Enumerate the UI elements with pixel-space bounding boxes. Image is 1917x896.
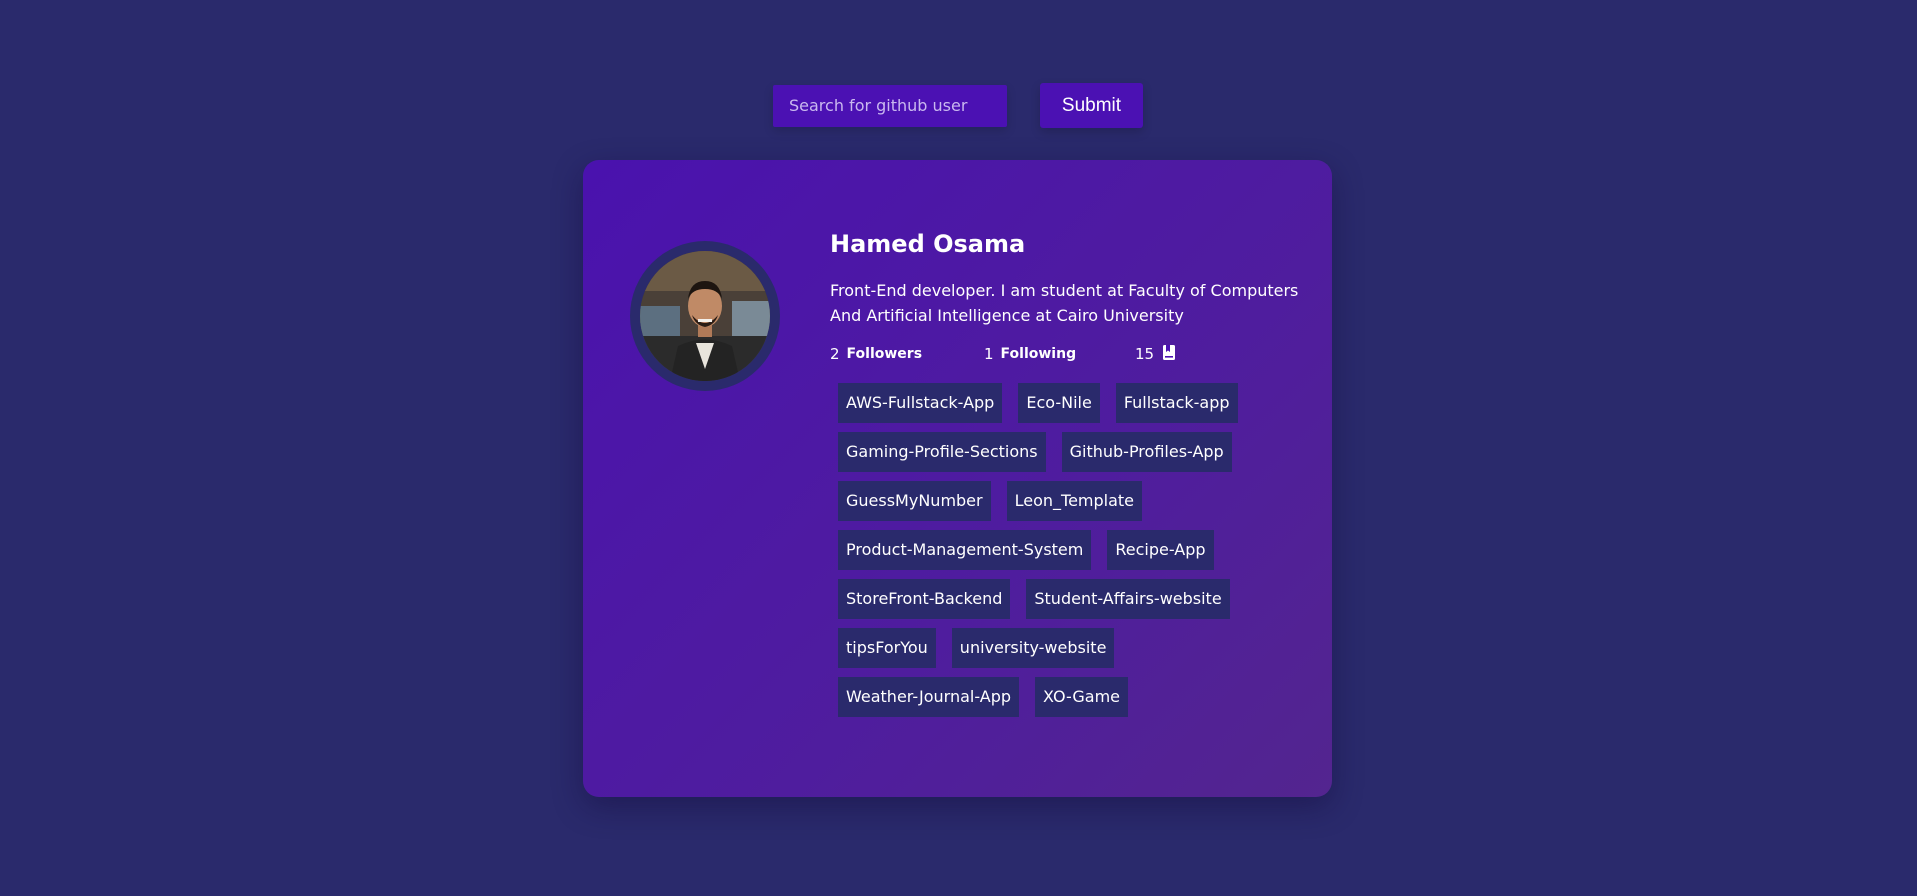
- bookmark-icon: [1163, 344, 1176, 364]
- followers-count: 2: [830, 345, 840, 363]
- page: Submit: [0, 0, 1917, 896]
- search-form: Submit: [773, 83, 1143, 128]
- repo-tag[interactable]: XO-Game: [1035, 677, 1128, 717]
- search-input[interactable]: [773, 84, 1007, 127]
- repo-tag[interactable]: university-website: [951, 628, 1115, 668]
- followers-stat: 2 Followers: [830, 345, 984, 363]
- repo-tag[interactable]: StoreFront-Backend: [838, 579, 1011, 619]
- stats-row: 2 Followers 1 Following 15: [830, 343, 1300, 365]
- following-label: Following: [1000, 346, 1077, 362]
- repo-tag[interactable]: Leon_Template: [1006, 481, 1143, 521]
- repo-tag[interactable]: GuessMyNumber: [838, 481, 991, 521]
- user-bio: Front-End developer. I am student at Fac…: [830, 281, 1299, 325]
- avatar: [640, 251, 770, 381]
- repos-stat: 15: [1135, 344, 1176, 364]
- repo-tag[interactable]: Gaming-Profile-Sections: [838, 432, 1046, 472]
- profile-card: Hamed Osama Front-End developer. I am st…: [583, 160, 1332, 797]
- repo-tag[interactable]: AWS-Fullstack-App: [838, 383, 1003, 423]
- avatar-frame: [630, 241, 780, 391]
- repo-list: AWS-Fullstack-App Eco-Nile Fullstack-app Ga…: [838, 383, 1288, 726]
- repo-tag[interactable]: Weather-Journal-App: [838, 677, 1020, 717]
- repo-tag[interactable]: Github-Profiles-App: [1061, 432, 1232, 472]
- repos-count: 15: [1135, 345, 1155, 363]
- repo-tag[interactable]: Eco-Nile: [1018, 383, 1100, 423]
- repo-tag[interactable]: Recipe-App: [1107, 530, 1214, 570]
- submit-button[interactable]: Submit: [1040, 83, 1143, 128]
- repo-tag[interactable]: Student-Affairs-website: [1026, 579, 1230, 619]
- followers-label: Followers: [846, 346, 923, 362]
- following-count: 1: [984, 345, 994, 363]
- profile-info: Hamed Osama Front-End developer. I am st…: [830, 228, 1300, 726]
- repo-tag[interactable]: Fullstack-app: [1115, 383, 1238, 423]
- repo-tag[interactable]: tipsForYou: [838, 628, 936, 668]
- user-name: Hamed Osama: [830, 230, 1026, 258]
- following-stat: 1 Following: [984, 345, 1135, 363]
- repo-tag[interactable]: Product-Management-System: [838, 530, 1092, 570]
